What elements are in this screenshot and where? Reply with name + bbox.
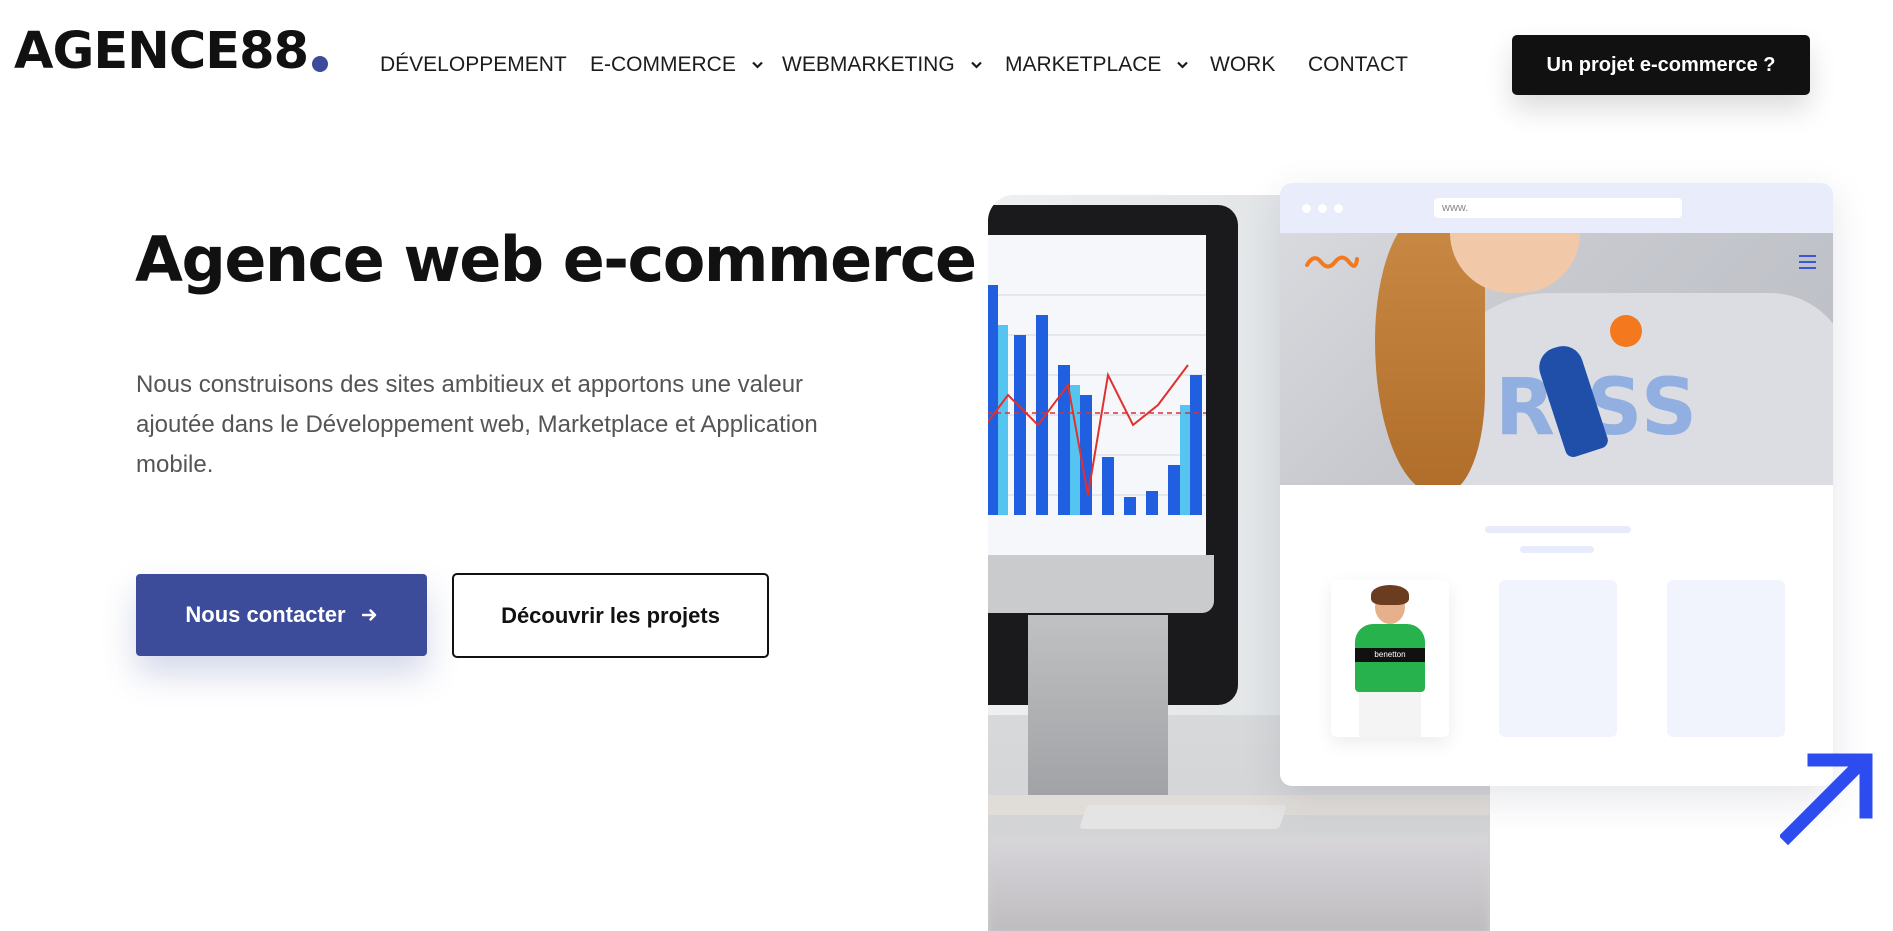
product-brand-label: benetton	[1355, 648, 1425, 662]
url-bar: www.	[1434, 198, 1682, 218]
nav-item-work[interactable]: WORK	[1210, 50, 1275, 80]
nav-item-label: DÉVELOPPEMENT	[380, 53, 567, 76]
nav-item-marketplace[interactable]: MARKETPLACE	[1005, 50, 1188, 80]
fashion-hero-image: R SS	[1280, 233, 1833, 485]
browser-mockup: www. R SS benetton	[1280, 183, 1833, 786]
monitor-stand	[1028, 615, 1168, 815]
monitor-screen	[988, 235, 1206, 555]
screen-chart-graphic	[988, 285, 1206, 515]
keyboard	[1079, 805, 1287, 829]
site-header: AGENCE88 DÉVELOPPEMENT E-COMMERCE WEBMAR…	[0, 0, 1893, 130]
arrow-right-icon	[361, 602, 378, 628]
nav-item-label: WEBMARKETING	[782, 53, 955, 76]
logo-dot-icon	[312, 56, 329, 72]
placeholder-card	[1667, 580, 1785, 737]
hero-description: Nous construisons des sites ambitieux et…	[136, 371, 818, 478]
nav-item-developpement[interactable]: DÉVELOPPEMENT	[380, 50, 567, 80]
window-dot-icon	[1302, 204, 1311, 213]
contact-button-label: Nous contacter	[185, 602, 346, 627]
window-dot-icon	[1318, 204, 1327, 213]
chevron-down-icon	[751, 61, 763, 70]
window-dot-icon	[1334, 204, 1343, 213]
project-cta-button[interactable]: Un projet e-commerce ?	[1512, 35, 1810, 95]
wave-logo-icon	[1305, 255, 1359, 269]
basketball-icon	[1610, 315, 1642, 347]
model-hair	[1371, 585, 1409, 605]
blurred-foreground	[988, 835, 1490, 931]
arrow-up-right-icon	[1780, 753, 1873, 846]
browser-toolbar: www.	[1280, 183, 1833, 233]
nav-item-e-commerce[interactable]: E-COMMERCE	[590, 50, 763, 80]
model-pants	[1359, 692, 1421, 737]
nav-item-label: WORK	[1210, 53, 1276, 76]
nav-item-webmarketing[interactable]: WEBMARKETING	[782, 50, 982, 80]
chevron-down-icon	[970, 61, 982, 70]
chevron-down-icon	[1177, 61, 1188, 70]
logo-text: AGENCE88	[14, 22, 309, 81]
discover-projects-button[interactable]: Découvrir les projets	[452, 573, 769, 658]
nav-item-label: CONTACT	[1308, 53, 1408, 76]
logo[interactable]: AGENCE88	[14, 20, 329, 84]
placeholder-line	[1485, 526, 1631, 533]
nav-item-label: MARKETPLACE	[1005, 53, 1162, 76]
page-title: Agence web e-commerce	[135, 223, 977, 296]
placeholder-card	[1499, 580, 1617, 737]
nav-item-label: E-COMMERCE	[590, 53, 736, 76]
monitor-bezel	[988, 555, 1214, 613]
placeholder-line	[1520, 546, 1594, 553]
product-card: benetton	[1331, 580, 1449, 737]
hamburger-menu-icon	[1799, 255, 1816, 269]
contact-button[interactable]: Nous contacter	[136, 574, 427, 656]
nav-item-contact[interactable]: CONTACT	[1308, 50, 1408, 80]
